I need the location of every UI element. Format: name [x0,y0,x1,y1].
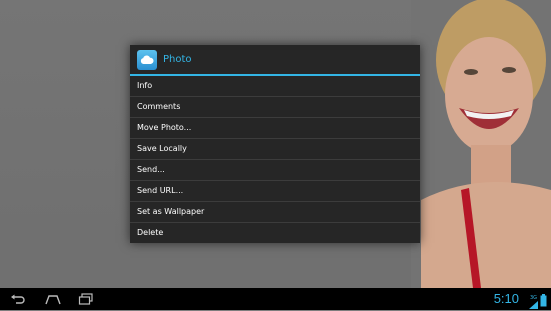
menu-item-send[interactable]: Send... [130,160,420,181]
photo-context-menu: Photo Info Comments Move Photo... Save L… [130,45,420,243]
cloud-icon [137,49,157,70]
signal-icon: 3G [529,295,538,309]
dialog-title: Photo [163,54,192,65]
battery-icon [540,292,547,311]
home-icon[interactable] [44,292,62,306]
menu-item-delete[interactable]: Delete [130,223,420,243]
back-icon[interactable] [10,292,26,306]
status-icons: 3G [529,292,547,311]
app-content: Photo Info Comments Move Photo... Save L… [0,0,551,288]
menu-list: Info Comments Move Photo... Save Locally… [130,76,420,243]
recent-apps-icon[interactable] [78,292,94,306]
menu-item-send-url[interactable]: Send URL... [130,181,420,202]
clock: 5:10 [493,291,519,306]
menu-item-set-as-wallpaper[interactable]: Set as Wallpaper [130,202,420,223]
dialog-header: Photo [130,45,420,76]
menu-item-save-locally[interactable]: Save Locally [130,139,420,160]
system-navigation-bar: 5:10 3G [0,288,551,310]
menu-item-move-photo[interactable]: Move Photo... [130,118,420,139]
menu-item-comments[interactable]: Comments [130,97,420,118]
menu-item-info[interactable]: Info [130,76,420,97]
